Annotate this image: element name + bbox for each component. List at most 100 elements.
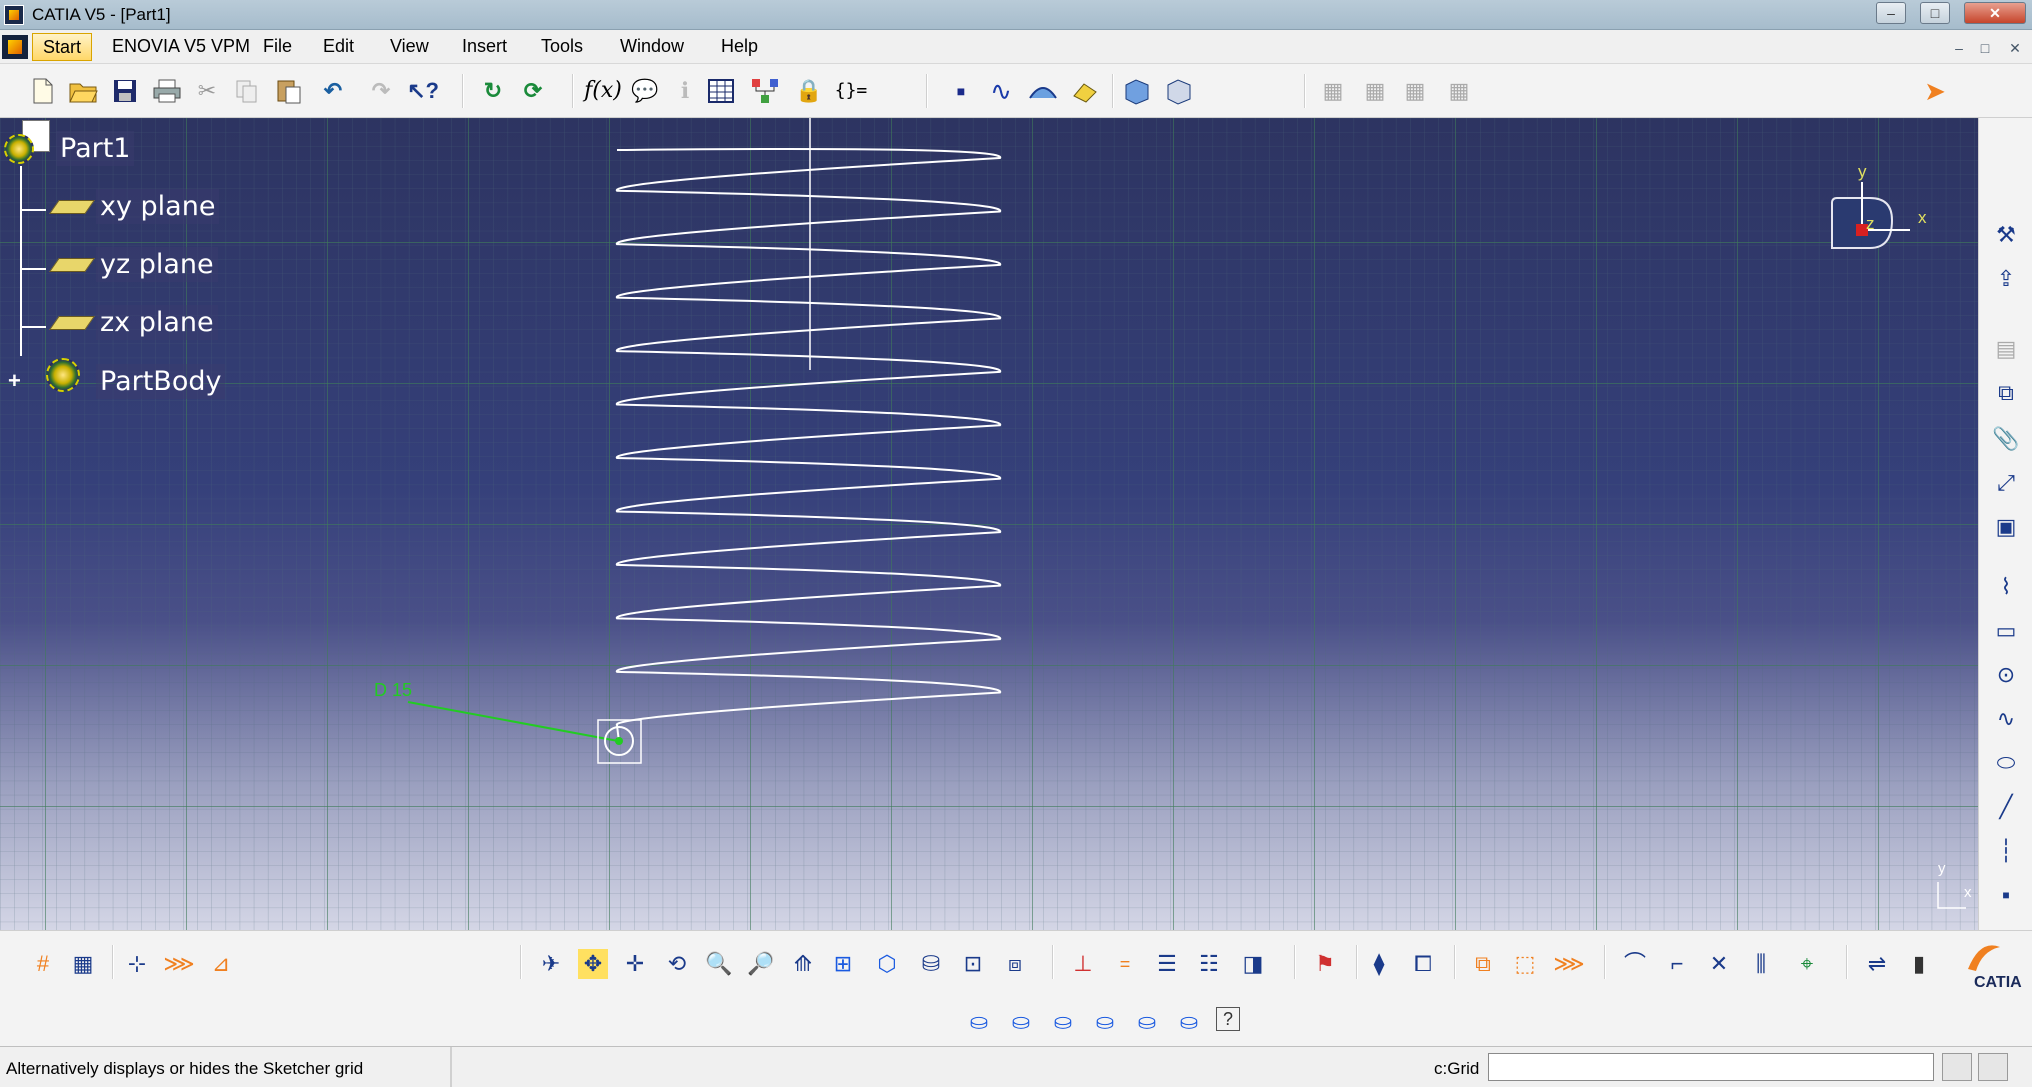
- paste-icon[interactable]: [274, 76, 304, 106]
- constraint-icon[interactable]: ⊥: [1068, 949, 1098, 979]
- menu-help[interactable]: Help: [721, 36, 758, 57]
- knowledge-icon[interactable]: 💬: [630, 76, 660, 106]
- open-icon[interactable]: [68, 76, 98, 106]
- ellipse-icon[interactable]: ⬭: [1991, 748, 2021, 778]
- tree-node-zx-plane[interactable]: zx plane: [96, 305, 218, 340]
- tree-node-partbody[interactable]: PartBody: [96, 364, 226, 399]
- helix-curve[interactable]: [0, 118, 1978, 930]
- tree-node-xy-plane[interactable]: xy plane: [96, 189, 220, 224]
- circle-icon[interactable]: ⊙: [1991, 660, 2021, 690]
- shading-icon[interactable]: ⛁: [916, 949, 946, 979]
- point-tool-icon[interactable]: ■: [1991, 880, 2021, 910]
- measure-d-icon[interactable]: ▦: [1444, 76, 1474, 106]
- update-all-icon[interactable]: ⟳: [518, 76, 548, 106]
- menu-window[interactable]: Window: [620, 36, 684, 57]
- workbench-icon[interactable]: ⧫: [1364, 949, 1394, 979]
- tree-collapse-icon[interactable]: ☷: [1194, 949, 1224, 979]
- multi-view-icon[interactable]: ⊞: [828, 949, 858, 979]
- update-icon[interactable]: ↻: [478, 76, 508, 106]
- fit-all-icon[interactable]: ✥: [578, 949, 608, 979]
- redo-icon[interactable]: ↷: [366, 76, 396, 106]
- doc-minimize-button[interactable]: –: [1948, 38, 1970, 58]
- surface-icon[interactable]: [1028, 76, 1058, 106]
- whats-this-icon[interactable]: ↖?: [407, 76, 439, 106]
- pocket-icon[interactable]: ⧉: [1468, 949, 1498, 979]
- braces-icon[interactable]: {}=: [835, 76, 868, 106]
- menu-start[interactable]: Start: [32, 33, 93, 61]
- formula-icon[interactable]: f(x): [584, 76, 622, 106]
- hide-icon[interactable]: ⧈: [1000, 949, 1030, 979]
- part-design-icon[interactable]: [1122, 76, 1152, 106]
- profile-icon[interactable]: ⌇: [1991, 572, 2021, 602]
- menu-file[interactable]: File: [263, 36, 292, 57]
- measure-c-icon[interactable]: ▦: [1400, 76, 1430, 106]
- measure-icon[interactable]: ⚑: [1310, 949, 1340, 979]
- select-icon[interactable]: ➤: [1920, 76, 1950, 106]
- point-icon[interactable]: ■: [946, 76, 976, 106]
- spline-icon[interactable]: ∿: [986, 76, 1016, 106]
- new-icon[interactable]: [28, 76, 58, 106]
- analysis-icon[interactable]: ◨: [1238, 949, 1268, 979]
- iso-view-icon[interactable]: ⬡: [872, 949, 902, 979]
- zoom-in-icon[interactable]: 🔍: [704, 949, 734, 979]
- geometry-icon[interactable]: ⋙: [163, 949, 194, 979]
- menu-insert[interactable]: Insert: [462, 36, 507, 57]
- grid-icon[interactable]: #: [28, 949, 58, 979]
- pad-icon[interactable]: ⧠: [1408, 949, 1438, 979]
- close-button[interactable]: ✕: [1964, 2, 2026, 24]
- transform-icon[interactable]: ⤢: [1991, 468, 2021, 498]
- cut-icon[interactable]: ✂: [192, 76, 222, 106]
- zoom-out-icon[interactable]: 🔎: [746, 949, 776, 979]
- dimension-label[interactable]: D 15: [374, 680, 412, 701]
- trim-icon[interactable]: ✕: [1704, 949, 1734, 979]
- cylinder-a-icon[interactable]: ⛀: [964, 1007, 994, 1037]
- cylinder-b-icon[interactable]: ⛀: [1006, 1007, 1036, 1037]
- menu-enovia[interactable]: ENOVIA V5 VPM: [112, 36, 250, 57]
- command-history-button[interactable]: [1942, 1053, 1972, 1081]
- cylinder-c-icon[interactable]: ⛀: [1048, 1007, 1078, 1037]
- spline-tool-icon[interactable]: ∿: [1991, 704, 2021, 734]
- undo-icon[interactable]: ↶: [318, 76, 348, 106]
- save-icon[interactable]: [110, 76, 140, 106]
- info-icon[interactable]: ℹ: [670, 76, 700, 106]
- minimize-button[interactable]: –: [1876, 2, 1906, 24]
- paperclip-icon[interactable]: 📎: [1991, 424, 2021, 454]
- command-options-button[interactable]: [1978, 1053, 2008, 1081]
- sketch-icon[interactable]: [1070, 76, 1100, 106]
- project-icon[interactable]: ⌖: [1792, 949, 1822, 979]
- corner-icon[interactable]: ⌐: [1662, 949, 1692, 979]
- tree-icon[interactable]: [750, 76, 780, 106]
- normal-view-icon[interactable]: ⟰: [788, 949, 818, 979]
- cylinder-e-icon[interactable]: ⛀: [1132, 1007, 1162, 1037]
- expand-plus-icon[interactable]: +: [8, 368, 21, 394]
- doc-close-button[interactable]: ✕: [2004, 38, 2026, 58]
- tree-node-yz-plane[interactable]: yz plane: [96, 247, 218, 282]
- cylinder-d-icon[interactable]: ⛀: [1090, 1007, 1120, 1037]
- 3d-viewport[interactable]: D 15 Part1 xy plane yz plane zx plane + …: [0, 118, 1978, 930]
- fillet-icon[interactable]: ⬚: [1510, 949, 1540, 979]
- project-3d-icon[interactable]: ▣: [1991, 512, 2021, 542]
- maximize-button[interactable]: □: [1920, 2, 1950, 24]
- profile-feature-icon[interactable]: ⧉: [1991, 378, 2021, 408]
- document-menu-icon[interactable]: [2, 35, 28, 59]
- export-icon[interactable]: ⇪: [1991, 264, 2021, 294]
- cylinder-f-icon[interactable]: ⛀: [1174, 1007, 1204, 1037]
- lock-icon[interactable]: 🔒: [794, 76, 824, 106]
- measure-b-icon[interactable]: ▦: [1360, 76, 1390, 106]
- measure-a-icon[interactable]: ▦: [1318, 76, 1348, 106]
- shape-icon[interactable]: [1164, 76, 1194, 106]
- axis-icon[interactable]: ┆: [1991, 836, 2021, 866]
- rectangle-icon[interactable]: ▭: [1991, 616, 2021, 646]
- doc-restore-button[interactable]: □: [1974, 38, 1996, 58]
- tree-expand-icon[interactable]: ☰: [1152, 949, 1182, 979]
- rotate-icon[interactable]: ⟲: [662, 949, 692, 979]
- equal-icon[interactable]: =: [1110, 949, 1140, 979]
- help-icon[interactable]: ?: [1216, 1007, 1240, 1031]
- helix-path[interactable]: [615, 148, 1002, 743]
- catia-app-icon[interactable]: [4, 5, 24, 25]
- print-icon[interactable]: [152, 76, 182, 106]
- line-icon[interactable]: ╱: [1991, 792, 2021, 822]
- ruler-icon[interactable]: ▮: [1904, 949, 1934, 979]
- copy-icon[interactable]: [232, 76, 262, 106]
- mirror-icon[interactable]: ⫼: [1746, 949, 1776, 979]
